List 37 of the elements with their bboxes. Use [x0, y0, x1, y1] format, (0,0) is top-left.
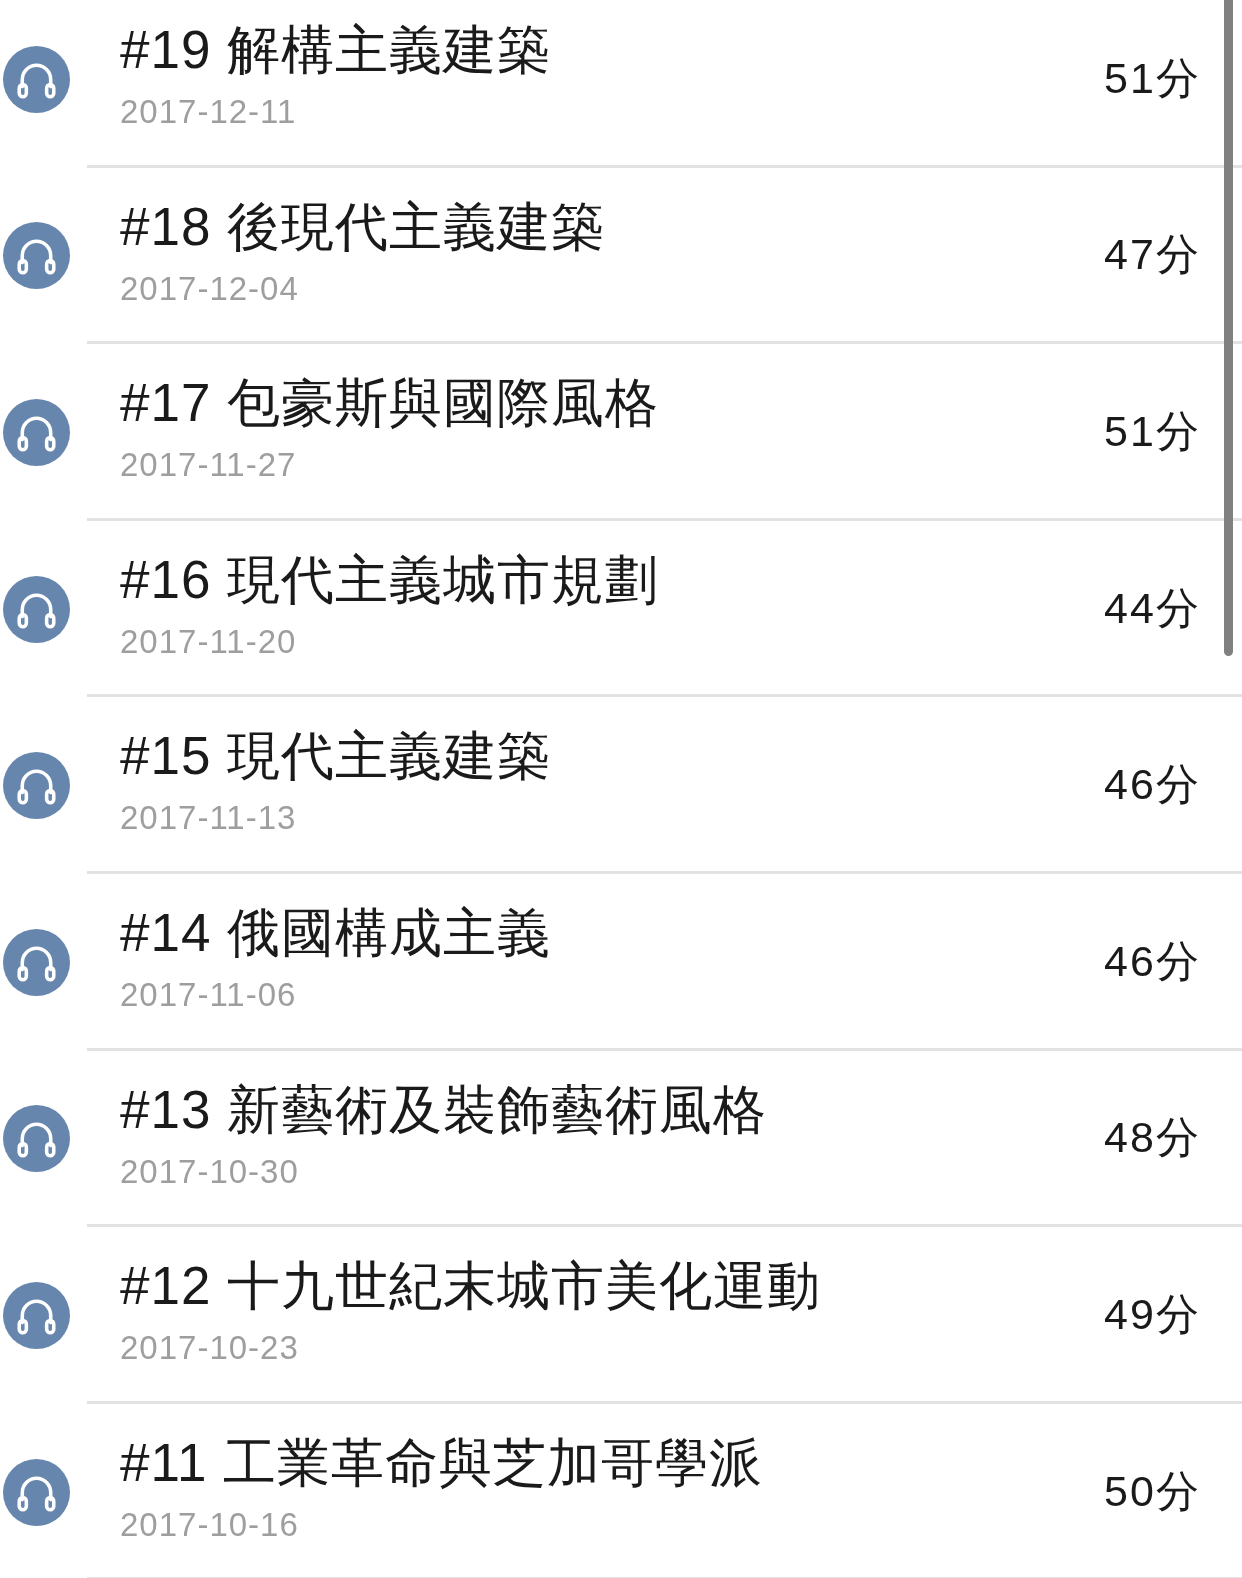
- headphones-icon: [3, 222, 70, 290]
- episode-title: #13 新藝術及裝飾藝術風格: [120, 1078, 768, 1141]
- episode-date: 2017-10-23: [120, 1328, 299, 1369]
- episode-duration: 48分: [1104, 1112, 1201, 1164]
- episode-date: 2017-10-16: [120, 1504, 299, 1545]
- headphones-icon: [3, 45, 70, 113]
- headphones-icon: [3, 1105, 70, 1173]
- episode-date: 2017-12-04: [120, 268, 299, 309]
- episode-duration: 46分: [1104, 759, 1201, 811]
- episode-title: #18 後現代主義建築: [120, 195, 606, 258]
- episode-title: #12 十九世紀末城市美化運動: [120, 1255, 822, 1318]
- episode-duration: 44分: [1104, 582, 1201, 634]
- episode-title: #16 現代主義城市規劃: [120, 548, 660, 611]
- headphones-icon: [3, 752, 70, 820]
- episode-title: #19 解構主義建築: [120, 19, 552, 81]
- episode-date: 2017-11-13: [120, 798, 297, 839]
- scrollbar-thumb[interactable]: [1224, 0, 1233, 656]
- episode-date: 2017-11-27: [120, 445, 297, 486]
- episode-date: 2017-11-20: [120, 621, 297, 662]
- episode-date: 2017-11-06: [120, 974, 297, 1015]
- episode-date: 2017-10-30: [120, 1151, 299, 1192]
- episode-duration: 49分: [1104, 1288, 1201, 1340]
- episode-duration: 51分: [1104, 52, 1201, 104]
- episode-duration: 51分: [1104, 406, 1201, 457]
- headphones-icon: [3, 1281, 70, 1349]
- episode-title: #11 工業革命與芝加哥學派: [120, 1431, 764, 1494]
- episode-duration: 50分: [1104, 1465, 1201, 1517]
- headphones-icon: [3, 399, 70, 466]
- episode-date: 2017-12-11: [120, 92, 297, 132]
- episode-title: #17 包豪斯與國際風格: [120, 372, 660, 435]
- headphones-icon: [3, 928, 70, 996]
- episode-duration: 46分: [1104, 935, 1201, 987]
- headphones-icon: [3, 575, 70, 643]
- episode-title: #14 俄國構成主義: [120, 901, 552, 964]
- headphones-icon: [3, 1458, 70, 1526]
- episode-title: #15 現代主義建築: [120, 725, 552, 788]
- episode-duration: 47分: [1104, 229, 1201, 281]
